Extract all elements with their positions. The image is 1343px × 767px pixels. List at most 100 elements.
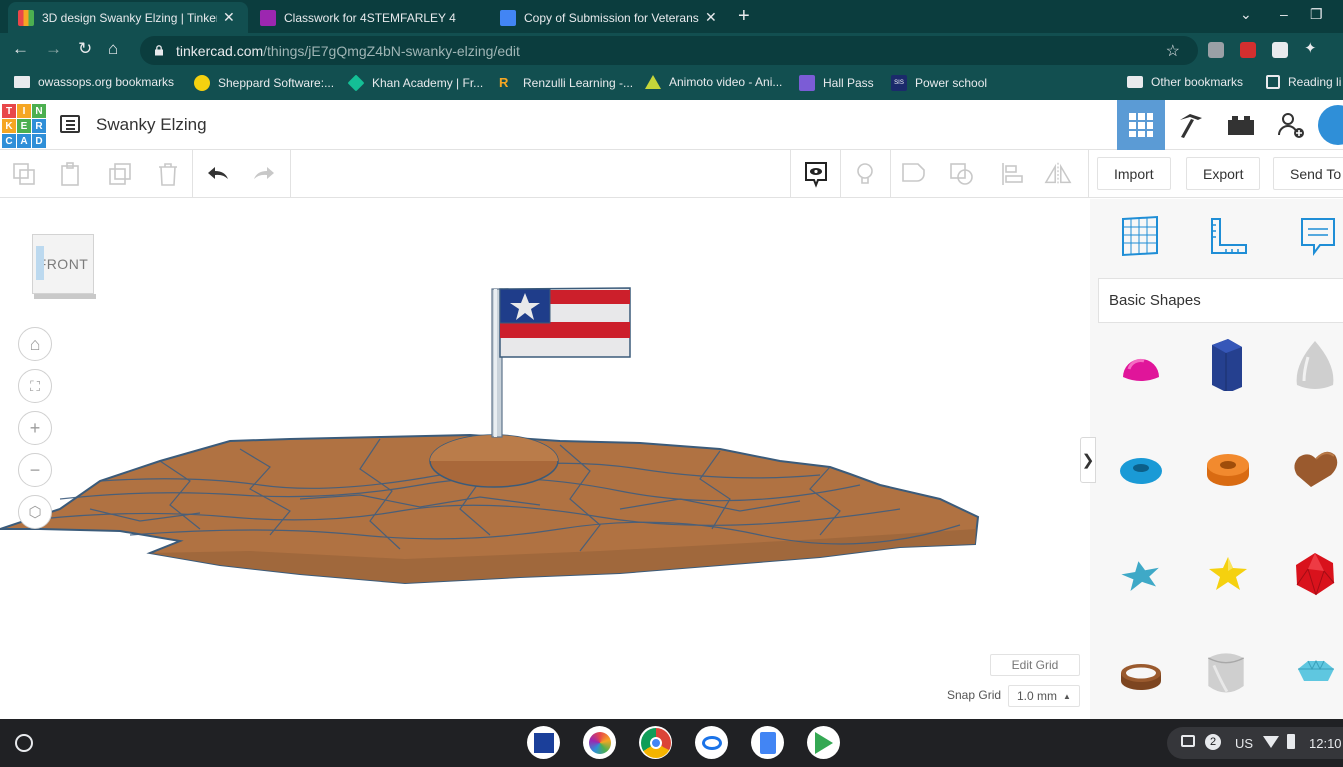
minimize-button[interactable]: – — [1280, 6, 1288, 22]
lightbulb-icon[interactable] — [851, 160, 879, 188]
invite-people-button[interactable] — [1267, 100, 1315, 150]
copy-icon[interactable] — [10, 160, 38, 188]
redo-icon[interactable] — [250, 160, 278, 188]
chrome-icon[interactable] — [639, 726, 672, 759]
reading-list[interactable]: Reading li — [1266, 75, 1341, 89]
shape-star[interactable] — [1114, 549, 1168, 603]
browser-tab-strip: 3D design Swanky Elzing | Tinker ✕ Class… — [0, 0, 1343, 33]
design-list-icon[interactable] — [60, 115, 80, 133]
tab-docs[interactable]: Copy of Submission for Veterans ✕ — [490, 2, 730, 33]
chevron-right-icon: ❯ — [1081, 452, 1095, 469]
send-to-button[interactable]: Send To — [1273, 157, 1343, 190]
mirror-icon[interactable] — [1044, 160, 1072, 188]
bookmark-label: Other bookmarks — [1151, 75, 1244, 89]
back-arrow-icon[interactable]: ← — [12, 39, 29, 59]
bookmark-animoto[interactable]: Animoto video - Ani... — [645, 75, 782, 89]
tinkercad-logo[interactable]: T I N K E R C A D — [2, 104, 46, 148]
docs-icon[interactable] — [751, 726, 784, 759]
logo-letter: N — [32, 104, 46, 118]
workplane-3d-viewport[interactable]: FRONT ⌂ ⛶ + − ⬡ Edit Grid Snap Grid 1.0 … — [0, 199, 1090, 719]
new-tab-button[interactable]: + — [738, 5, 750, 28]
bookmark-hall-pass[interactable]: Hall Pass — [799, 75, 874, 91]
tab-tinkercad[interactable]: 3D design Swanky Elzing | Tinker ✕ — [8, 2, 248, 33]
import-button[interactable]: Import — [1097, 157, 1171, 190]
shape-tube[interactable] — [1201, 443, 1255, 497]
status-tray[interactable]: 2 US 12:10 — [1167, 727, 1343, 759]
close-tab-icon[interactable]: ✕ — [223, 9, 235, 26]
shape-star-yellow[interactable] — [1201, 547, 1255, 601]
bookmark-khan[interactable]: Khan Academy | Fr... — [347, 74, 483, 92]
notes-tool-button[interactable] — [1293, 213, 1343, 261]
user-avatar[interactable] — [1318, 105, 1343, 145]
shape-ring[interactable] — [1114, 649, 1168, 703]
extension-icon[interactable] — [1240, 42, 1256, 58]
align-icon[interactable] — [998, 160, 1026, 188]
flag[interactable] — [499, 287, 631, 358]
launcher-icon[interactable] — [15, 734, 33, 752]
extension-icon[interactable] — [1208, 42, 1224, 58]
lock-icon — [155, 45, 163, 56]
paste-icon[interactable] — [57, 160, 85, 188]
shape-paraboloid[interactable] — [1288, 337, 1342, 391]
forward-arrow-icon[interactable]: → — [45, 39, 62, 59]
maximize-button[interactable]: ❐ — [1310, 6, 1323, 23]
address-bar[interactable]: tinkercad.com/things/jE7gQmgZ4bN-swanky-… — [140, 36, 1198, 65]
renzulli-icon: R — [499, 75, 509, 90]
shape-torus[interactable] — [1114, 443, 1168, 497]
3d-scene[interactable] — [0, 199, 1090, 719]
undo-icon[interactable] — [204, 160, 232, 188]
delete-icon[interactable] — [154, 160, 182, 188]
home-view-icon[interactable]: ⌂ — [18, 327, 52, 361]
tab-search-icon[interactable]: ⌄ — [1240, 6, 1252, 23]
app-shelf-icon[interactable] — [527, 726, 560, 759]
collapse-panel-button[interactable]: ❯ — [1080, 437, 1096, 483]
notes-toggle-icon[interactable] — [802, 160, 830, 188]
duplicate-icon[interactable] — [106, 160, 134, 188]
ruler-tool-button[interactable] — [1203, 213, 1253, 261]
shape-category-select[interactable]: Basic Shapes — [1098, 278, 1343, 323]
app-shelf-icon[interactable] — [583, 726, 616, 759]
group-icon[interactable] — [900, 160, 928, 188]
fit-view-icon[interactable]: ⛶ — [18, 369, 52, 403]
perspective-icon[interactable]: ⬡ — [18, 495, 52, 529]
shape-heart[interactable] — [1289, 443, 1343, 497]
3d-view-button[interactable] — [1117, 100, 1165, 150]
bookmark-power-school[interactable]: SIS Power school — [891, 75, 987, 91]
workplane-grid-icon — [1122, 215, 1158, 257]
tinkercad-favicon-icon — [18, 9, 34, 26]
bookmark-folder-owassops[interactable]: owassops.org bookmarks — [14, 75, 174, 89]
shape-hemisphere[interactable] — [1114, 339, 1168, 393]
view-cube[interactable]: FRONT — [32, 234, 96, 300]
logo-letter: I — [17, 104, 31, 118]
bricks-button[interactable] — [1217, 100, 1265, 150]
export-button[interactable]: Export — [1186, 157, 1261, 190]
ungroup-icon[interactable] — [948, 160, 976, 188]
bookmark-renzulli[interactable]: R Renzulli Learning -... — [499, 75, 633, 91]
close-tab-icon[interactable]: ✕ — [705, 9, 717, 26]
snap-grid-select[interactable]: 1.0 mm ▲ — [1008, 685, 1080, 707]
edit-grid-button[interactable]: Edit Grid — [990, 654, 1080, 676]
home-icon[interactable]: ⌂ — [108, 39, 118, 59]
bookmark-label: Reading li — [1288, 75, 1342, 89]
workplane-tool-button[interactable] — [1115, 213, 1165, 261]
other-bookmarks[interactable]: Other bookmarks — [1127, 75, 1243, 89]
bookmark-star-icon[interactable]: ☆ — [1166, 41, 1180, 61]
play-store-icon[interactable] — [807, 726, 840, 759]
project-title[interactable]: Swanky Elzing — [96, 115, 207, 135]
bookmark-sheppard[interactable]: Sheppard Software:... — [194, 75, 334, 91]
snap-grid-label: Snap Grid — [947, 688, 1002, 702]
extensions-puzzle-icon[interactable]: ✦ — [1304, 39, 1320, 57]
app-shelf-icon[interactable] — [695, 726, 728, 759]
shape-round-roof[interactable] — [1199, 645, 1253, 699]
zoom-in-icon[interactable]: + — [18, 411, 52, 445]
zoom-out-icon[interactable]: − — [18, 453, 52, 487]
extension-icon[interactable] — [1272, 42, 1288, 58]
bookmark-label: Animoto video - Ani... — [669, 75, 783, 89]
minecraft-button[interactable] — [1167, 100, 1215, 150]
tab-classroom[interactable]: Classwork for 4STEMFARLEY 4 — [250, 2, 490, 33]
shape-icosahedron[interactable] — [1288, 547, 1342, 601]
bookmark-label: Sheppard Software:... — [218, 76, 335, 90]
shape-polygon[interactable] — [1200, 337, 1254, 391]
shape-diamond[interactable] — [1288, 647, 1342, 701]
reload-icon[interactable]: ↻ — [78, 39, 92, 59]
